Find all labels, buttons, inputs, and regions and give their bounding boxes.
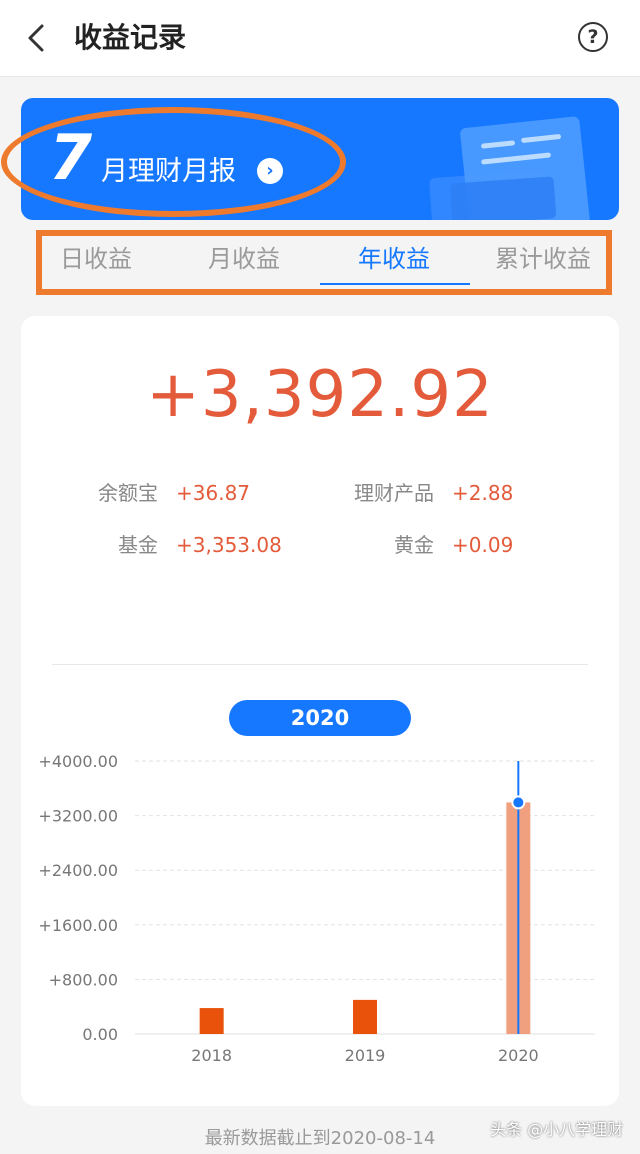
back-button[interactable] [22,18,52,58]
chevron-right-circle-icon[interactable]: › [257,158,283,184]
report-illustration [429,116,590,220]
bar-2018 [199,1008,224,1034]
watermark: 头条 @小八学理财 [490,1120,624,1139]
stat-value-wealth-products: +2.88 [452,481,514,505]
y-tick-label: +1600.00 [38,916,118,935]
y-tick-label: 0.00 [82,1025,118,1044]
x-tick-label: 2019 [345,1046,386,1065]
tab-cumulative[interactable]: 累计收益 [495,240,591,278]
monthly-report-banner[interactable]: 7 月理财月报 › [21,98,619,220]
stat-value-yuebao: +36.87 [176,481,251,505]
question-circle-icon[interactable]: ? [578,22,608,52]
tab-daily[interactable]: 日收益 [60,240,132,278]
report-month-number: 7 [49,121,93,194]
stat-label-gold: 黄金 [394,533,434,557]
y-tick-label: +4000.00 [38,752,118,771]
bar-2019 [353,999,377,1034]
total-earnings: +3,392.92 [146,358,494,432]
year-selector[interactable]: 2020 [229,700,411,736]
y-tick-label: +3200.00 [38,807,118,826]
report-title: 月理财月报 [101,156,236,187]
stat-label-fund: 基金 [118,533,158,557]
tab-monthly[interactable]: 月收益 [208,240,280,278]
stat-value-gold: +0.09 [452,533,514,557]
page-title: 收益记录 [74,21,187,54]
y-tick-label: +2400.00 [38,861,118,880]
stat-value-fund: +3,353.08 [176,533,282,557]
chevron-left-icon [28,24,44,52]
tab-yearly[interactable]: 年收益 [358,240,430,278]
selection-marker [511,795,526,810]
y-tick-label: +800.00 [49,970,118,989]
app-header: 收益记录 ? [0,0,640,77]
active-tab-indicator [320,283,470,285]
x-tick-label: 2018 [191,1046,232,1065]
yearly-earnings-chart[interactable]: +4000.00 +3200.00 +2400.00 +1600.00 +800.00 0… [0,740,640,1080]
divider [52,664,588,665]
x-tick-label: 2020 [498,1046,539,1065]
stat-label-wealth-products: 理财产品 [354,481,434,505]
stat-label-yuebao: 余额宝 [98,481,158,505]
